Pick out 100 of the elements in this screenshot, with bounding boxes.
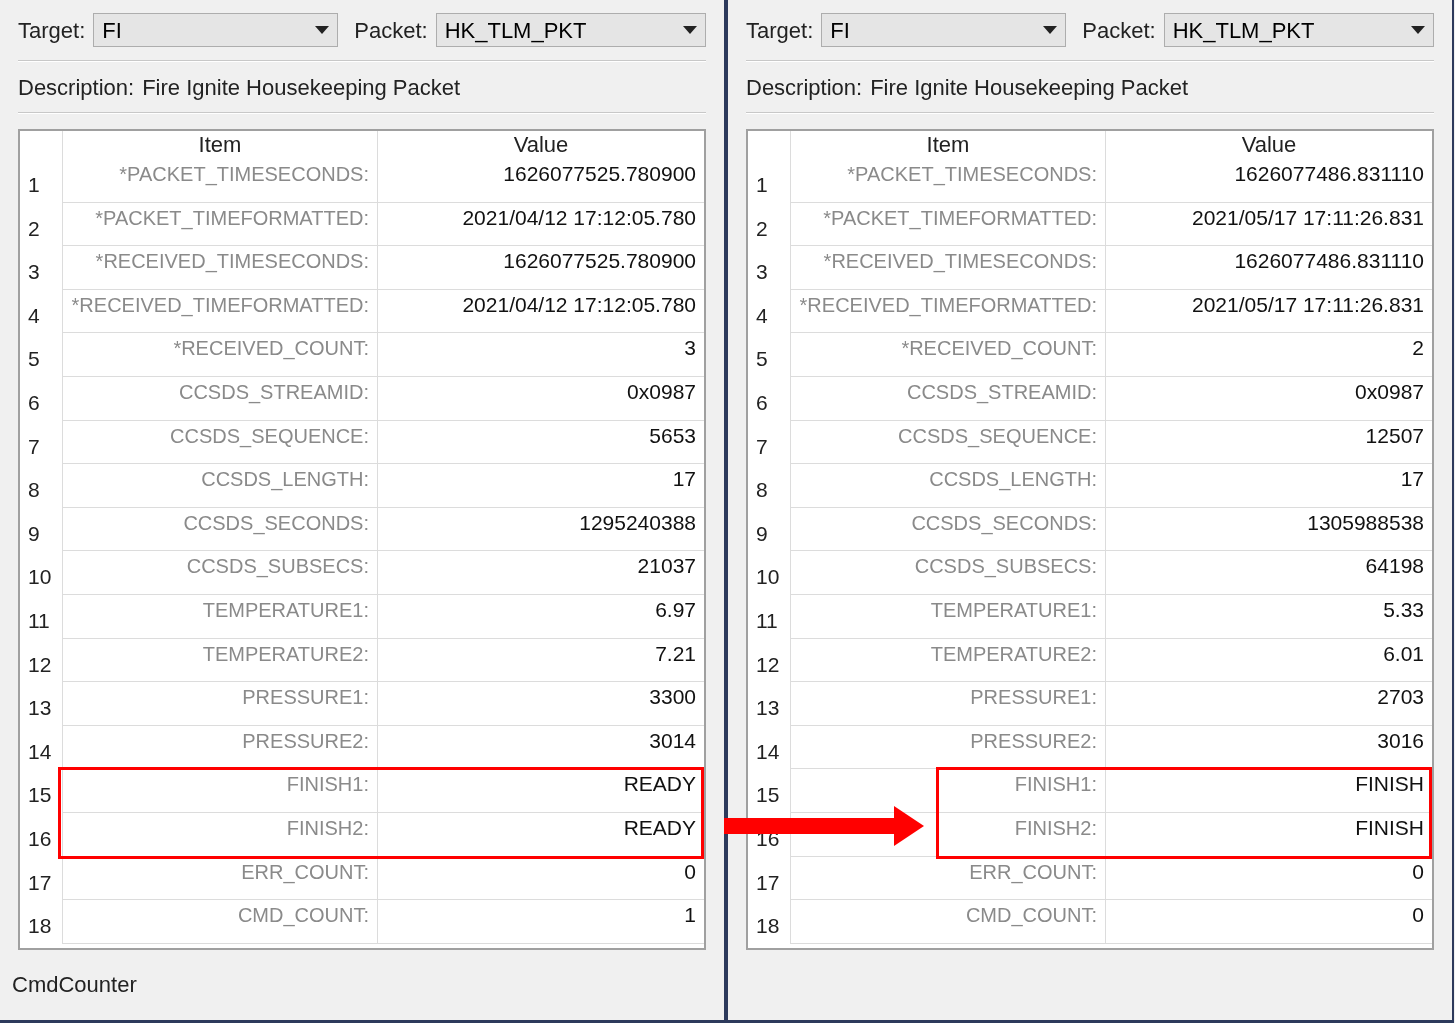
row-number: 4 bbox=[27, 302, 41, 329]
value-cell: 64198 bbox=[1105, 551, 1432, 595]
row-number: 11 bbox=[755, 607, 779, 634]
dropdown-caret-icon bbox=[315, 26, 330, 34]
item-cell: TEMPERATURE2: bbox=[62, 638, 377, 683]
item-cell: FINISH1: bbox=[62, 769, 377, 813]
item-cell: *PACKET_TIMEFORMATTED: bbox=[62, 202, 377, 247]
item-cell: CMD_COUNT: bbox=[62, 900, 377, 944]
status-text: CmdCounter bbox=[12, 971, 137, 1000]
item-cell: TEMPERATURE1: bbox=[790, 594, 1105, 639]
item-cell: CCSDS_STREAMID: bbox=[62, 376, 377, 421]
dropdown[interactable]: HK_TLM_PKT bbox=[1163, 13, 1434, 47]
value-cell: 17 bbox=[377, 464, 704, 508]
row-number: 8 bbox=[755, 477, 769, 504]
value-cell: 0 bbox=[377, 856, 704, 901]
value-cell: 3 bbox=[377, 333, 704, 377]
row-number: 17 bbox=[755, 869, 781, 896]
row-number: 10 bbox=[27, 564, 53, 591]
packet-label: Packet: bbox=[1082, 16, 1156, 45]
item-cell: CCSDS_SEQUENCE: bbox=[62, 420, 377, 465]
row-number: 11 bbox=[27, 607, 51, 634]
value-cell: 3016 bbox=[1105, 725, 1432, 770]
value-cell: READY bbox=[377, 769, 704, 813]
row-number: 16 bbox=[27, 825, 53, 852]
item-cell: PRESSURE2: bbox=[62, 725, 377, 770]
value-cell: READY bbox=[377, 812, 704, 857]
value-cell: 1626077525.780900 bbox=[377, 246, 704, 290]
item-cell: *RECEIVED_TIMEFORMATTED: bbox=[790, 289, 1105, 334]
value-cell: 2021/05/17 17:11:26.831 bbox=[1105, 289, 1432, 334]
row-number: 18 bbox=[755, 913, 781, 940]
value-cell: 2021/04/12 17:12:05.780 bbox=[377, 202, 704, 247]
row-number: 1 bbox=[755, 172, 769, 198]
value-cell: 6.01 bbox=[1105, 638, 1432, 683]
row-number: 18 bbox=[27, 913, 53, 940]
item-cell: CCSDS_STREAMID: bbox=[790, 376, 1105, 421]
value-cell: 2703 bbox=[1105, 682, 1432, 726]
item-cell: CMD_COUNT: bbox=[790, 900, 1105, 944]
value-cell: 0 bbox=[1105, 856, 1432, 901]
item-cell: PRESSURE1: bbox=[62, 682, 377, 726]
row-number: 9 bbox=[755, 520, 769, 547]
dropdown[interactable]: FI bbox=[93, 13, 339, 47]
value-cell: FINISH bbox=[1105, 769, 1432, 813]
item-cell: CCSDS_SEQUENCE: bbox=[790, 420, 1105, 465]
row-number: 14 bbox=[27, 738, 53, 765]
value-cell: 3300 bbox=[377, 682, 704, 726]
target-label: Target: bbox=[746, 16, 814, 45]
item-cell: CCSDS_SECONDS: bbox=[62, 507, 377, 552]
value-cell: 12507 bbox=[1105, 420, 1432, 465]
row-number: 1 bbox=[27, 172, 41, 198]
description-text: Fire Ignite Housekeeping Packet bbox=[142, 73, 461, 102]
row-number: 10 bbox=[755, 564, 781, 591]
column-header[interactable]: Item bbox=[790, 131, 1105, 159]
item-cell: CCSDS_SUBSECS: bbox=[62, 551, 377, 595]
item-cell: PRESSURE2: bbox=[790, 725, 1105, 770]
dropdown[interactable]: HK_TLM_PKT bbox=[435, 13, 706, 47]
value-cell: FINISH bbox=[1105, 812, 1432, 857]
target-label: Target: bbox=[18, 16, 86, 45]
value-cell: 1626077525.780900 bbox=[377, 159, 704, 203]
item-cell: FINISH1: bbox=[790, 769, 1105, 813]
arrow-icon bbox=[724, 806, 924, 846]
row-number: 7 bbox=[27, 433, 41, 460]
item-cell: CCSDS_LENGTH: bbox=[62, 464, 377, 508]
row-number: 13 bbox=[755, 695, 781, 722]
value-cell: 2021/04/12 17:12:05.780 bbox=[377, 289, 704, 334]
row-number: 2 bbox=[27, 215, 41, 242]
value-cell: 1305988538 bbox=[1105, 507, 1432, 552]
value-cell: 1626077486.831110 bbox=[1105, 246, 1432, 290]
column-header[interactable]: Value bbox=[377, 131, 704, 159]
value-cell: 17 bbox=[1105, 464, 1432, 508]
row-number: 13 bbox=[27, 695, 53, 722]
row-number: 3 bbox=[27, 259, 41, 286]
row-number: 5 bbox=[27, 346, 41, 373]
dropdown-caret-icon bbox=[683, 26, 697, 34]
description-label: Description: bbox=[18, 73, 135, 102]
value-cell: 3014 bbox=[377, 725, 704, 770]
row-number: 14 bbox=[755, 738, 781, 765]
value-cell: 6.97 bbox=[377, 594, 704, 639]
row-number: 8 bbox=[27, 477, 41, 504]
value-cell: 1626077486.831110 bbox=[1105, 159, 1432, 203]
item-cell: TEMPERATURE1: bbox=[62, 594, 377, 639]
item-cell: ERR_COUNT: bbox=[62, 856, 377, 901]
row-number: 6 bbox=[27, 389, 41, 416]
value-cell: 5.33 bbox=[1105, 594, 1432, 639]
row-number: 12 bbox=[27, 651, 53, 678]
row-number: 12 bbox=[755, 651, 781, 678]
column-header[interactable]: Value bbox=[1105, 131, 1432, 159]
item-cell: *RECEIVED_TIMEFORMATTED: bbox=[62, 289, 377, 334]
row-number: 15 bbox=[755, 782, 781, 809]
item-cell: CCSDS_SUBSECS: bbox=[790, 551, 1105, 595]
description-text: Fire Ignite Housekeeping Packet bbox=[870, 73, 1189, 102]
dropdown[interactable]: FI bbox=[821, 13, 1067, 47]
row-number: 6 bbox=[755, 389, 769, 416]
column-header[interactable]: Item bbox=[62, 131, 377, 159]
item-cell: FINISH2: bbox=[62, 812, 377, 857]
item-cell: *RECEIVED_COUNT: bbox=[62, 333, 377, 377]
description-label: Description: bbox=[746, 73, 863, 102]
dropdown-caret-icon bbox=[1411, 26, 1425, 34]
value-cell: 1295240388 bbox=[377, 507, 704, 552]
value-cell: 2021/05/17 17:11:26.831 bbox=[1105, 202, 1432, 247]
row-number: 9 bbox=[27, 520, 41, 547]
